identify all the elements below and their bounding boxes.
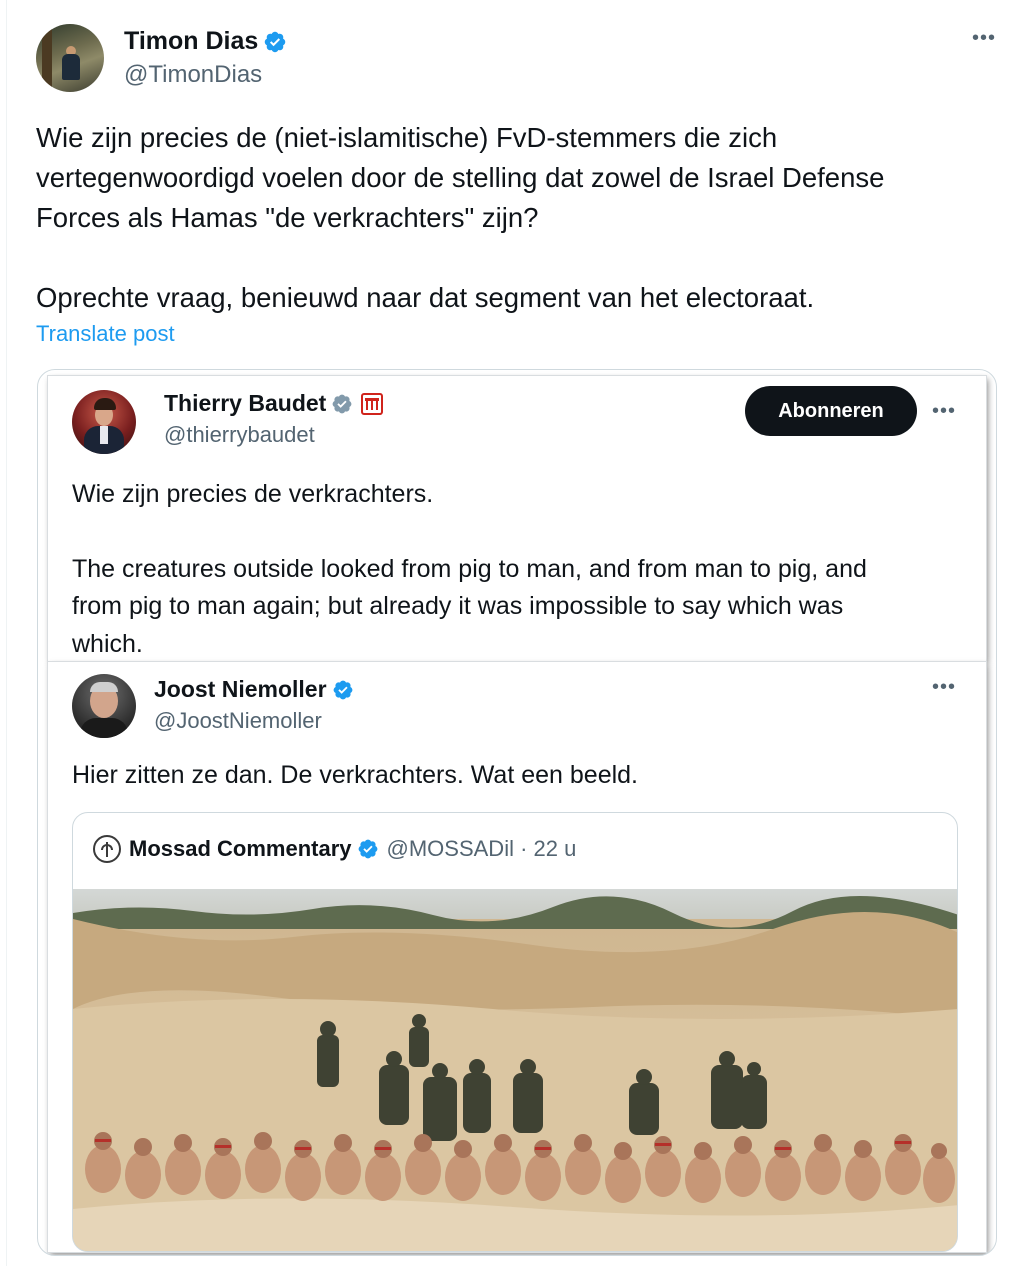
author-handle-time: @MOSSADil · 22 u [386,836,577,861]
post-text-line: The creatures outside looked from pig to… [72,554,867,583]
post-text-line: Oprechte vraag, benieuwd naar dat segmen… [36,282,815,313]
post-text-line: Forces als Hamas "de verkrachters" zijn? [36,202,539,233]
author-name: Thierry Baudet [164,390,327,416]
post-text-line: which. [72,629,143,658]
subscribe-button: Abonneren [745,386,917,436]
attached-screenshot-card[interactable]: Thierry Baudet @thierrybaudet Abonneren … [37,369,997,1256]
author-name-row: Thierry Baudet [164,390,384,417]
post-text-line: vertegenwoordigd voelen door de stelling… [36,162,885,193]
verified-badge-icon [333,680,352,699]
government-building-icon [361,392,384,415]
author-name-row: Joost Niemoller [154,676,354,703]
post-text-line: Wie zijn precies de (niet-islamitische) … [36,122,778,153]
avatar [72,390,136,454]
post-text: Hier zitten ze dan. De verkrachters. Wat… [72,761,639,789]
timeline-divider [6,0,7,1266]
author-name: Mossad Commentary [129,836,352,861]
translate-post-link[interactable]: Translate post [36,321,175,347]
author-handle[interactable]: @TimonDias [124,61,262,89]
verified-badge-icon [332,394,352,413]
author-handle: @JoostNiemoller [154,708,322,733]
more-icon: ••• [932,676,957,698]
avatar [72,674,136,738]
quoted-post-niemoller: Joost Niemoller @JoostNiemoller ••• Hier… [48,662,986,1252]
post-text: Wie zijn precies de verkrachters. The cr… [72,476,962,663]
post-photo [73,889,957,1251]
author-name-row[interactable]: Timon Dias [124,27,287,56]
mossad-emblem-icon [93,835,121,863]
more-icon: ••• [932,400,957,422]
verified-badge-icon [358,839,377,859]
verified-badge-icon [265,31,286,52]
author-name[interactable]: Timon Dias [124,27,258,56]
inner-quote-header: Mossad Commentary @MOSSADil · 22 u [93,835,576,863]
author-handle: @thierrybaudet [164,422,315,447]
avatar[interactable] [36,24,104,92]
author-name: Joost Niemoller [154,676,327,702]
post-text-line: Wie zijn precies de verkrachters. [72,480,434,508]
quoted-post-baudet: Thierry Baudet @thierrybaudet Abonneren … [48,376,986,661]
more-icon[interactable]: ••• [972,28,996,48]
inner-quoted-post: Mossad Commentary @MOSSADil · 22 u [72,812,958,1252]
post-text-line: from pig to man again; but already it wa… [72,592,844,620]
post-text: Wie zijn precies de (niet-islamitische) … [36,118,986,318]
